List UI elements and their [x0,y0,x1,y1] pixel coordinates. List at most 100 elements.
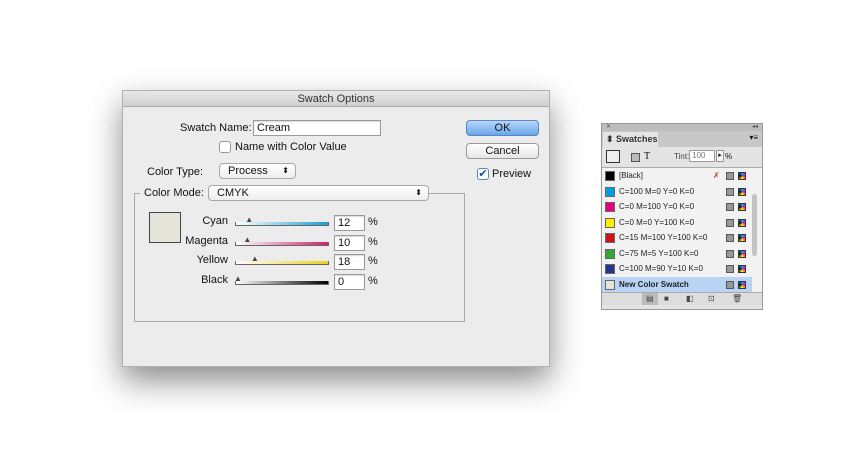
close-icon[interactable]: ✕ [606,124,611,130]
swatch-color-chip [605,217,615,228]
name-with-color-value-checkbox[interactable] [219,141,231,153]
process-color-icon [726,234,734,242]
process-color-icon [726,172,734,180]
swatch-color-chip [605,248,615,259]
swatch-name: New Color Swatch [619,279,689,289]
swatch-name: C=0 M=0 Y=100 K=0 [619,217,695,227]
updown-arrows-icon: ⬍ [282,166,289,175]
tint-label: Tint: [674,152,690,161]
tab-swatches-label: Swatches [616,134,658,144]
swatch-name: C=100 M=0 Y=0 K=0 [619,186,695,196]
swatch-name-input[interactable]: Cream [253,120,381,136]
swatch-color-chip [605,264,615,274]
trash-icon[interactable]: 🗑 [732,293,742,305]
channel-value-input[interactable]: 12 [334,215,365,231]
slider-thumb-icon[interactable]: ▲ [251,255,260,263]
cmyk-mode-icon [738,187,746,196]
percent-label: % [368,274,378,287]
channel-value-input[interactable]: 10 [334,234,365,251]
swatch-color-chip [605,202,615,212]
panel-menu-icon[interactable]: ▾≡ [749,133,758,142]
new-swatch-icon[interactable]: ⊡ [708,293,715,305]
channel-slider[interactable]: ▲ [235,255,329,265]
color-mode-value: CMYK [217,187,249,199]
container-icon[interactable] [631,153,640,162]
swatch-name: C=75 M=5 Y=100 K=0 [619,248,699,258]
swatch-list: [Black] ✗ C=100 M=0 Y=0 K=0 C=0 M=100 Y=0 K… [602,167,762,293]
slider-thumb-icon[interactable]: ▲ [243,235,252,243]
fill-stroke-icon[interactable] [606,150,620,163]
swatch-name: C=15 M=100 Y=100 K=0 [619,233,708,242]
swatch-color-chip [605,233,615,243]
swatch-item[interactable]: C=100 M=90 Y=10 K=0 [602,261,752,277]
process-color-icon [726,280,734,289]
process-color-icon [726,218,734,227]
swatch-item[interactable]: C=0 M=0 Y=100 K=0 [602,215,752,231]
show-all-swatches-icon[interactable]: ▤ [642,293,658,305]
channel-label: Cyan [202,215,228,227]
percent-label: % [368,235,378,248]
non-editable-icon: ✗ [713,171,720,180]
swatch-color-chip [605,279,615,290]
color-mode-group [134,193,465,322]
swatch-item[interactable]: New Color Swatch [602,276,752,293]
cmyk-mode-icon [738,218,746,227]
swatches-panel: ✕ ◂◂ ⬍ Swatches ▾≡ T Tint: 100 ▸ % [Black… [601,123,763,310]
swatch-item[interactable]: C=100 M=0 Y=0 K=0 [602,184,752,200]
color-type-label: Color Type: [147,166,204,178]
cmyk-mode-icon [738,280,746,289]
percent-label: % [368,255,378,267]
swatch-name: [Black] [619,171,644,180]
process-color-icon [726,265,734,273]
cmyk-mode-icon [738,172,746,180]
swatch-color-chip [605,186,615,197]
show-gradient-swatches-icon[interactable]: ◧ [686,293,694,305]
color-type-value: Process [228,165,268,177]
swatch-name: C=100 M=90 Y=10 K=0 [619,264,703,273]
cmyk-mode-icon [738,265,746,273]
text-icon[interactable]: T [644,151,650,162]
process-color-icon [726,203,734,211]
panel-topbar: ✕ ◂◂ [602,124,762,131]
percent-label: % [368,216,378,228]
channel-label: Magenta [185,234,228,247]
ok-button[interactable]: OK [466,120,539,136]
color-type-select[interactable]: Process ⬍ [219,163,296,179]
tint-arrow-icon[interactable]: ▸ [716,150,724,162]
cmyk-mode-icon [738,203,746,211]
swatch-name: C=0 M=100 Y=0 K=0 [619,202,695,211]
channel-value-input[interactable]: 18 [334,254,365,270]
channel-label: Yellow [196,254,228,266]
channel-slider[interactable]: ▲ [234,274,329,285]
cmyk-mode-icon [738,249,746,258]
dialog-title: Swatch Options [123,91,549,107]
color-mode-select[interactable]: CMYK ⬍ [208,185,429,201]
panel-bottom-bar: ▤ ■ ◧ ⊡ 🗑 [602,292,762,305]
slider-thumb-icon[interactable]: ▲ [234,274,243,282]
tint-input[interactable]: 100 [689,150,715,162]
channel-label: Black [201,273,228,286]
swatch-options-dialog: Swatch Options Swatch Name: Cream Name w… [122,90,550,367]
panel-tabbar: ⬍ Swatches ▾≡ [602,131,762,147]
scrollbar-thumb[interactable] [752,194,757,256]
swatch-name-label: Swatch Name: [180,122,252,134]
cancel-button[interactable]: Cancel [466,143,539,159]
preview-label: Preview [492,168,532,180]
updown-arrows-icon: ⬍ [415,188,422,197]
cmyk-mode-icon [738,234,746,242]
channel-value-input[interactable]: 0 [334,273,365,290]
show-color-swatches-icon[interactable]: ■ [664,293,669,305]
tint-unit: % [725,152,733,161]
swatch-color-chip [605,171,615,181]
channel-slider[interactable]: ▲ [235,235,329,246]
swatch-item[interactable]: C=75 M=5 Y=100 K=0 [602,246,752,262]
swatch-item[interactable]: C=15 M=100 Y=100 K=0 [602,230,752,246]
tab-swatches[interactable]: ⬍ Swatches [603,132,658,147]
preview-checkbox[interactable]: ✔ [477,168,489,180]
swatch-item[interactable]: C=0 M=100 Y=0 K=0 [602,199,752,215]
slider-thumb-icon[interactable]: ▲ [245,216,254,224]
collapse-icon[interactable]: ◂◂ [752,124,758,131]
swatch-item[interactable]: [Black] ✗ [602,168,752,184]
channel-slider[interactable]: ▲ [235,216,329,226]
color-preview-swatch [149,212,181,243]
